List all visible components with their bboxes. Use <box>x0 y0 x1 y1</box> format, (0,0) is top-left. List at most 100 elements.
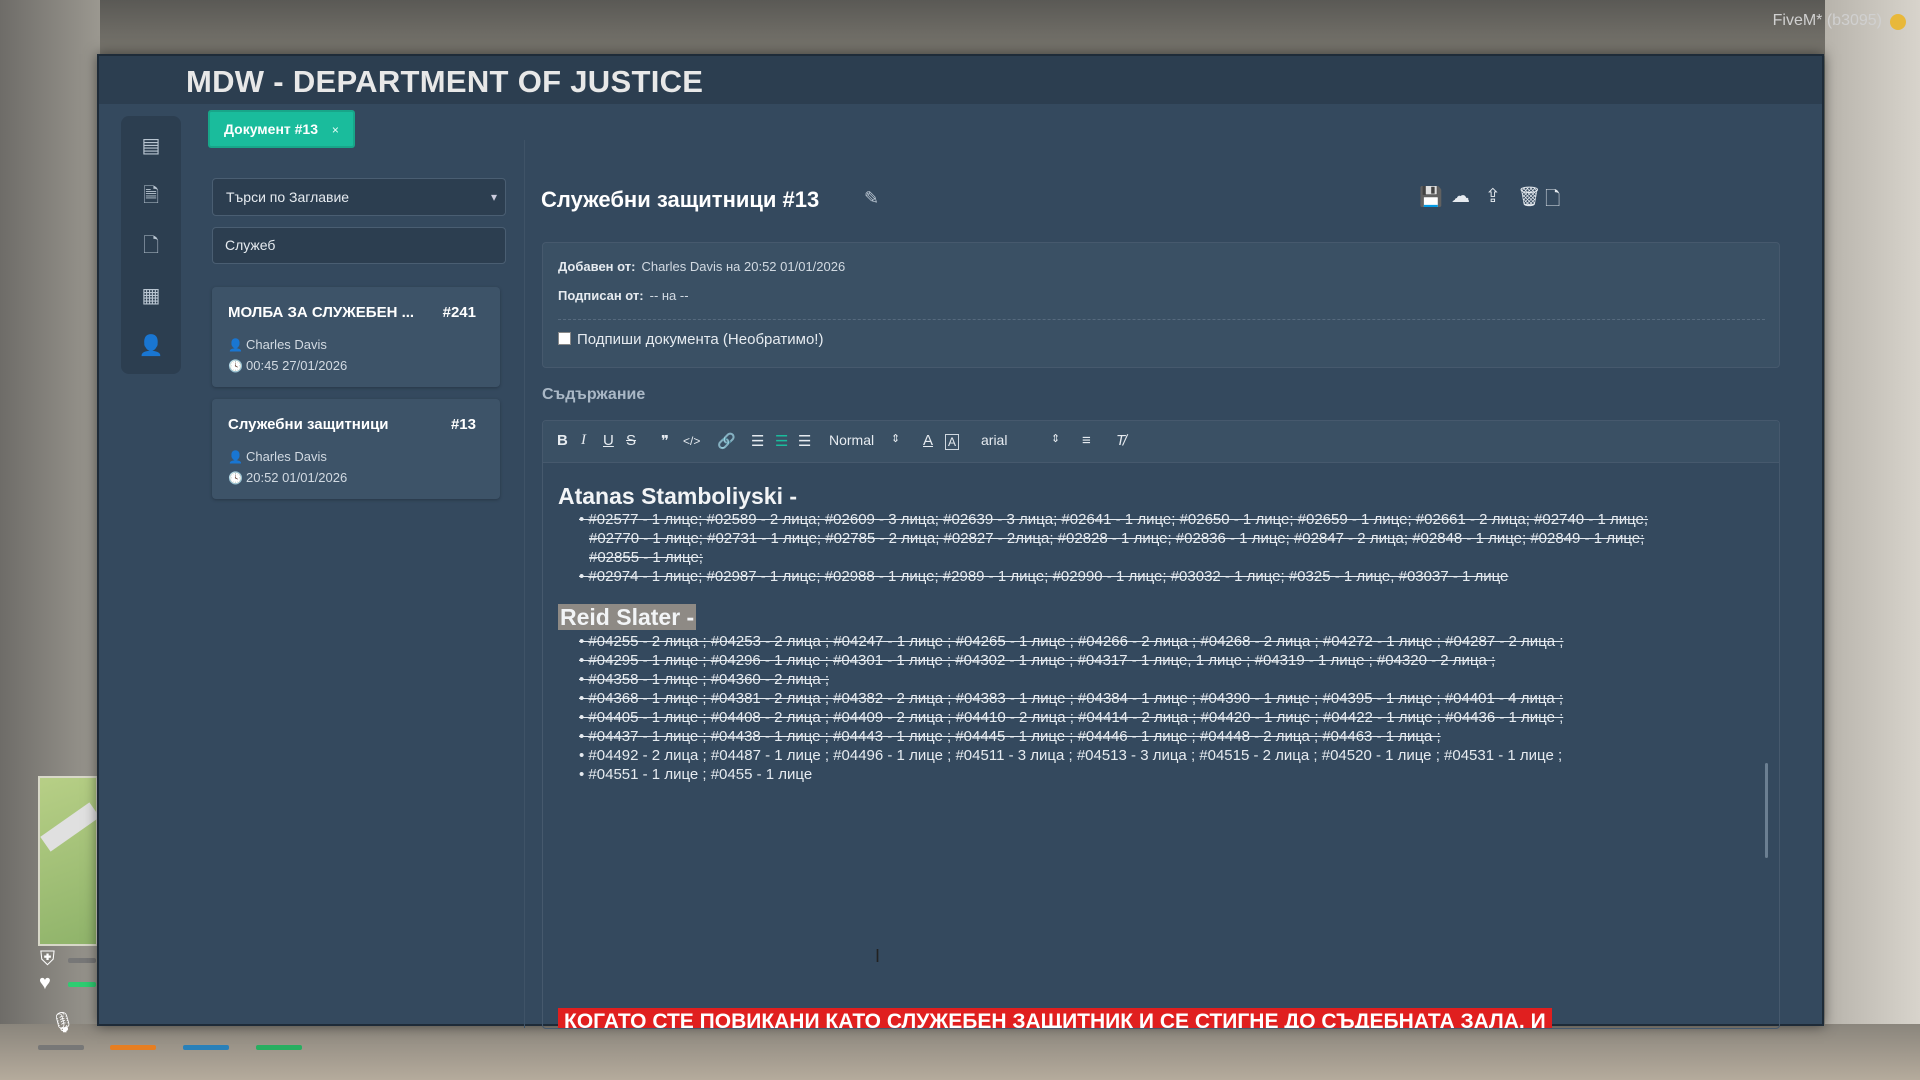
header-select-arrows-icon: ⇕ <box>891 433 901 445</box>
nav-rail: ▤ 🗎 🗋 ▦ 👤 <box>121 116 181 374</box>
underline-icon[interactable]: U <box>603 432 614 449</box>
background-color-icon[interactable]: A <box>945 434 960 450</box>
bullet-list-icon[interactable]: ☰ <box>775 432 788 450</box>
bold-icon[interactable]: B <box>557 432 568 449</box>
signed-by-row: Подписан от: -- на -- <box>558 288 689 303</box>
client-status-icon <box>1890 14 1906 30</box>
font-select-arrows-icon: ⇕ <box>1051 433 1061 445</box>
header-select[interactable]: Normal <box>829 432 874 448</box>
italic-icon[interactable]: I <box>581 432 586 449</box>
document-card-author: Charles Davis <box>246 449 327 464</box>
editor-toolbar: B I U S ❞ </> 🔗 ☰ ☰ ☰ Normal ⇕ A A arial… <box>543 421 1779 463</box>
mdw-window: MDW - DEPARTMENT OF JUSTICE ▤ 🗎 🗋 ▦ 👤 До… <box>97 54 1824 1029</box>
document-title: Служебни защитници #13 <box>541 187 820 212</box>
user-icon[interactable]: 👤 <box>138 334 164 358</box>
newspaper-icon[interactable]: ▤ <box>138 134 164 158</box>
new-document-icon[interactable]: 🗋 <box>1545 185 1560 217</box>
content-list-item: • #02577 - 1 лице; #02589 - 2 лица; #026… <box>579 511 1649 528</box>
document-card-title: МОЛБА ЗА СЛУЖЕБЕН ... <box>228 304 415 321</box>
search-type-value: Търси по Заглавие <box>226 189 350 205</box>
game-background-top <box>0 0 1920 56</box>
health-bar <box>68 982 96 987</box>
health-icon: ♥ <box>39 972 51 994</box>
signed-by-label: Подписан от: <box>558 288 644 303</box>
document-card-time: 00:45 27/01/2026 <box>246 358 348 373</box>
warning-banner: КОГАТО СТЕ ПОВИКАНИ КАТО СЛУЖЕБЕН ЗАЩИТН… <box>558 1008 1552 1028</box>
game-background-right <box>1825 0 1920 1080</box>
document-card-author: Charles Davis <box>246 337 327 352</box>
sign-checkbox[interactable] <box>558 332 571 345</box>
document-card-author-row: 👤 Charles Davis <box>228 337 327 352</box>
chevron-down-icon: ▾ <box>490 190 497 204</box>
sign-checkbox-label: Подпиши документа (Необратимо!) <box>577 331 824 348</box>
thirst-bar <box>183 1045 229 1050</box>
document-card[interactable]: Служебни защитници #13 👤 Charles Davis 🕓 2… <box>212 399 500 499</box>
file-icon[interactable]: 🗋 <box>138 234 164 258</box>
game-background-bottom <box>0 1024 1920 1080</box>
content-list-item: • #04551 - 1 лице ; #0455 - 1 лице <box>579 766 813 783</box>
font-select[interactable]: arial <box>981 432 1007 448</box>
tab-close-icon[interactable]: × <box>332 123 339 137</box>
clock-icon: 🕓 <box>228 359 243 373</box>
client-version-label: FiveM* (b3095) <box>1772 12 1882 29</box>
armor-bar <box>68 958 96 963</box>
content-list-item: • #04295 - 1 лице ; #04296 - 1 лице ; #0… <box>579 652 1496 669</box>
added-by-row: Добавен от: Charles Davis на 20:52 01/01/… <box>558 259 845 274</box>
content-list-item: • #04492 - 2 лица ; #04487 - 1 лице ; #0… <box>579 747 1563 764</box>
document-card-time-row: 🕓 00:45 27/01/2026 <box>228 358 347 373</box>
content-list-item: • #02974 - 1 лице; #02987 - 1 лице; #029… <box>579 568 1509 585</box>
share-icon[interactable]: ⇪ <box>1485 185 1501 208</box>
clock-icon: 🕓 <box>228 471 243 485</box>
info-divider <box>558 319 1765 320</box>
document-card-number: #241 <box>442 304 476 321</box>
content-list-item: • #04368 - 1 лице ; #04381 - 2 лица ; #0… <box>579 690 1564 707</box>
clipboard-icon[interactable]: ▦ <box>138 284 164 308</box>
hunger-bar <box>110 1045 156 1050</box>
search-type-select[interactable]: Търси по Заглавие ▾ <box>212 178 506 216</box>
content-heading: Atanas Stamboliyski - <box>558 483 798 509</box>
document-icon[interactable]: 🗎 <box>138 184 164 208</box>
trash-icon[interactable]: 🗑 <box>1517 185 1541 209</box>
sign-document-row[interactable]: Подпиши документа (Необратимо!) <box>558 331 823 348</box>
align-icon[interactable]: ≡ <box>1082 432 1091 449</box>
signed-by-value: -- на -- <box>649 288 689 303</box>
blockquote-icon[interactable]: ❞ <box>661 432 669 450</box>
minimap <box>38 776 100 946</box>
code-icon[interactable]: </> <box>683 434 700 448</box>
editor-scrollbar[interactable] <box>1765 763 1768 858</box>
edit-title-icon[interactable]: ✎ <box>864 188 879 209</box>
document-info-panel: Добавен от: Charles Davis на 20:52 01/01/… <box>542 242 1780 368</box>
content-list-item: #02770 - 1 лице; #02731 - 1 лице; #02785… <box>589 530 1645 547</box>
save-icon[interactable]: 💾 <box>1419 185 1443 209</box>
document-card[interactable]: МОЛБА ЗА СЛУЖЕБЕН ... #241 👤 Charles Davi… <box>212 287 500 387</box>
voice-bar <box>38 1045 84 1050</box>
content-list-item: • #04437 - 1 лице ; #04438 - 1 лице ; #0… <box>579 728 1441 745</box>
document-card-time: 20:52 01/01/2026 <box>246 470 348 485</box>
document-card-time-row: 🕓 20:52 01/01/2026 <box>228 470 347 485</box>
search-input-value: Служеб <box>225 237 276 253</box>
link-icon[interactable]: 🔗 <box>717 432 736 450</box>
document-card-number: #13 <box>450 416 476 433</box>
checklist-icon[interactable]: ☰ <box>798 432 811 450</box>
text-cursor-icon: I <box>875 946 881 966</box>
ordered-list-icon[interactable]: ☰ <box>751 432 764 450</box>
rich-text-editor[interactable]: B I U S ❞ </> 🔗 ☰ ☰ ☰ Normal ⇕ A A arial… <box>542 420 1780 1029</box>
cloud-upload-icon[interactable]: ☁ <box>1451 185 1470 208</box>
title-bar: MDW - DEPARTMENT OF JUSTICE <box>99 56 1822 104</box>
strike-icon[interactable]: S <box>626 432 636 449</box>
added-by-value: Charles Davis на 20:52 01/01/2026 <box>641 259 846 274</box>
text-color-icon[interactable]: A <box>923 432 933 449</box>
clear-format-icon[interactable]: T̸ <box>1116 432 1125 449</box>
document-card-title: Служебни защитници <box>228 416 389 433</box>
content-list-item: • #04405 - 1 лице ; #04408 - 2 лица ; #0… <box>579 709 1564 726</box>
stamina-bar <box>256 1045 302 1050</box>
armor-icon: ⛨ <box>40 948 55 970</box>
search-input[interactable]: Служеб <box>212 227 506 264</box>
editor-body[interactable]: Atanas Stamboliyski - • #02577 - 1 лице;… <box>543 463 1773 1028</box>
content-list-item: • #04255 - 2 лица ; #04253 - 2 лица ; #0… <box>579 633 1564 650</box>
app-title: MDW - DEPARTMENT OF JUSTICE <box>186 64 704 99</box>
user-icon: 👤 <box>228 450 243 464</box>
tab-document-13[interactable]: Документ #13 × <box>208 110 355 148</box>
microphone-icon: 🎙 <box>50 1012 76 1034</box>
added-by-label: Добавен от: <box>558 259 636 274</box>
